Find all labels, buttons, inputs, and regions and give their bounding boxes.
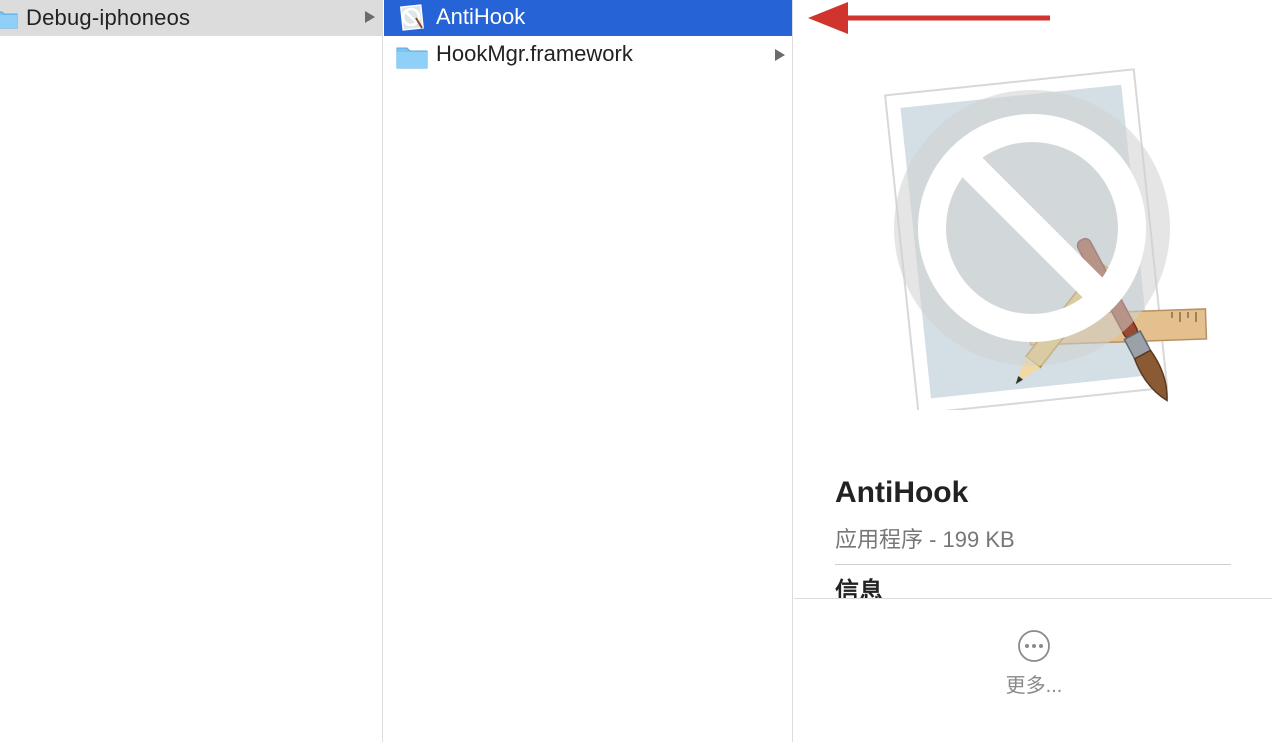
folder-icon bbox=[396, 45, 428, 74]
more-button[interactable]: 更多... bbox=[984, 629, 1084, 709]
file-kind-size: 应用程序 - 199 KB bbox=[835, 527, 1015, 552]
folder-icon bbox=[0, 9, 18, 34]
list-item-label: Debug-iphoneos bbox=[26, 5, 191, 30]
section-title: 信息 bbox=[835, 578, 883, 598]
finder-column-view: Debug-iphoneos AntiHook HookMgr.framewor… bbox=[0, 0, 1272, 742]
list-item-label: HookMgr.framework bbox=[436, 41, 633, 66]
column-2: AntiHook HookMgr.framework bbox=[384, 0, 793, 742]
section-header-info: 信息 bbox=[835, 578, 1135, 598]
preview-pane: AntiHook 应用程序 - 199 KB 信息 更多... bbox=[794, 0, 1272, 742]
chevron-right-icon bbox=[364, 10, 376, 29]
more-icon bbox=[1018, 630, 1050, 662]
list-item-antihook[interactable]: AntiHook bbox=[384, 0, 792, 36]
list-item-hookmgr-framework[interactable]: HookMgr.framework bbox=[384, 36, 792, 72]
preview-actions: 更多... bbox=[794, 598, 1272, 742]
list-item-debug-iphoneos[interactable]: Debug-iphoneos bbox=[0, 0, 383, 36]
file-name: AntiHook bbox=[835, 476, 969, 509]
more-label: 更多... bbox=[1005, 675, 1063, 697]
chevron-right-icon bbox=[774, 48, 786, 67]
app-icon bbox=[398, 4, 426, 37]
list-item-label: AntiHook bbox=[436, 4, 526, 29]
divider bbox=[835, 564, 1231, 565]
app-preview-icon bbox=[883, 68, 1208, 410]
column-1: Debug-iphoneos bbox=[0, 0, 383, 742]
